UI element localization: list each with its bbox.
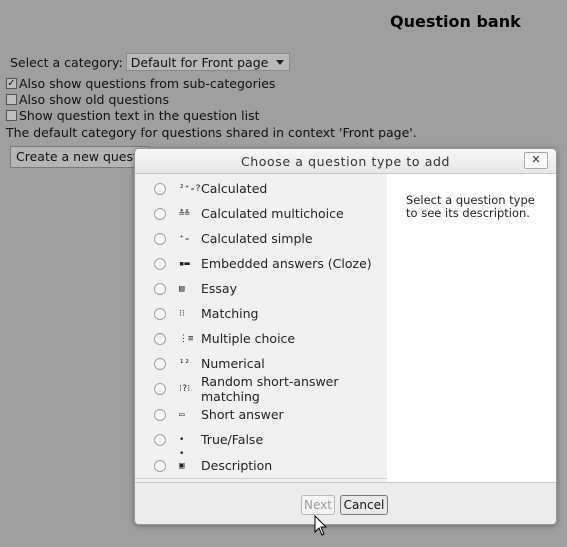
options-divider [135, 478, 387, 479]
checkbox-old-questions-label: Also show old questions [19, 92, 169, 107]
cloze-icon: ▪▬ [179, 258, 190, 269]
option-label: Numerical [201, 356, 265, 371]
radio-multiple-choice[interactable] [154, 332, 166, 345]
cancel-button[interactable]: Cancel [340, 495, 388, 515]
option-cloze[interactable]: ▪▬ Embedded answers (Cloze) [135, 251, 387, 276]
checkbox-old-questions-row[interactable]: Also show old questions [6, 92, 169, 107]
calculated-simple-icon: ⁺₌ [179, 233, 190, 244]
option-label: Calculated simple [201, 231, 313, 246]
question-type-dialog: Choose a question type to add ✕ ²⁺₌? Cal… [134, 148, 557, 525]
option-short-answer[interactable]: ▭ Short answer [135, 402, 387, 427]
category-label: Select a category: [10, 54, 123, 70]
category-select-value: Default for Front page [130, 54, 269, 70]
radio-calculated[interactable] [154, 182, 166, 195]
radio-description[interactable] [154, 459, 166, 472]
option-numerical[interactable]: ¹² Numerical [135, 351, 387, 376]
calculated-multichoice-icon: ≛≚ [179, 208, 190, 219]
checkbox-question-text[interactable] [6, 110, 17, 121]
option-label: True/False [201, 432, 264, 447]
option-label: Description [201, 458, 273, 473]
radio-short-answer[interactable] [154, 408, 166, 421]
option-label: Essay [201, 281, 237, 296]
chevron-down-icon [275, 60, 284, 65]
radio-true-false[interactable] [154, 433, 166, 446]
checkbox-subcategories-label: Also show questions from sub-categories [19, 76, 276, 91]
numerical-icon: ¹² [179, 358, 190, 369]
option-calculated[interactable]: ²⁺₌? Calculated [135, 176, 387, 201]
option-description[interactable]: ▣ Description [135, 453, 387, 478]
close-icon[interactable]: ✕ [524, 152, 548, 169]
question-type-list: ²⁺₌? Calculated ≛≚ Calculated multichoic… [135, 174, 387, 482]
option-label: Random short-answer matching [201, 373, 339, 404]
option-matching[interactable]: ⁝⁝ Matching [135, 301, 387, 326]
mouse-cursor-icon [314, 515, 328, 536]
radio-calculated-multichoice[interactable] [154, 207, 166, 220]
option-label: Short answer [201, 407, 284, 422]
calculated-icon: ²⁺₌? [179, 183, 201, 194]
radio-essay[interactable] [154, 282, 166, 295]
radio-cloze[interactable] [154, 257, 166, 270]
option-label: Calculated multichoice [201, 206, 344, 221]
description-hint: Select a question type to see its descri… [406, 193, 535, 220]
matching-icon: ⁝⁝ [179, 308, 185, 319]
checkbox-subcategories[interactable]: ✓ [6, 78, 17, 89]
option-calculated-multichoice[interactable]: ≛≚ Calculated multichoice [135, 201, 387, 226]
radio-calculated-simple[interactable] [154, 232, 166, 245]
checkbox-question-text-row[interactable]: Show question text in the question list [6, 108, 260, 123]
dialog-footer: Next Cancel [135, 482, 556, 524]
option-essay[interactable]: ▤ Essay [135, 276, 387, 301]
option-true-false[interactable]: • • True/False [135, 427, 387, 459]
checkbox-question-text-label: Show question text in the question list [19, 108, 260, 123]
dialog-title: Choose a question type to add [240, 154, 451, 169]
option-label: Calculated [201, 181, 268, 196]
short-answer-icon: ▭ [179, 409, 185, 420]
checkbox-old-questions[interactable] [6, 94, 17, 105]
radio-matching[interactable] [154, 307, 166, 320]
description-icon: ▣ [179, 460, 185, 471]
option-multiple-choice[interactable]: ⋮≡ Multiple choice [135, 326, 387, 351]
default-category-note: The default category for questions share… [6, 125, 417, 140]
option-calculated-simple[interactable]: ⁺₌ Calculated simple [135, 226, 387, 251]
description-pane: Select a question type to see its descri… [387, 174, 556, 482]
create-question-button[interactable]: Create a new question ... [10, 146, 150, 168]
category-select[interactable]: Default for Front page [125, 53, 290, 71]
option-random-matching[interactable]: ⁝?⁝ Random short-answer matching [135, 373, 387, 404]
radio-numerical[interactable] [154, 357, 166, 370]
true-false-icon: • • [179, 434, 185, 459]
checkbox-subcategories-row[interactable]: ✓ Also show questions from sub-categorie… [6, 76, 275, 91]
option-label: Embedded answers (Cloze) [201, 256, 372, 271]
essay-icon: ▤ [179, 283, 185, 294]
page-title: Question bank [390, 12, 521, 31]
multiple-choice-icon: ⋮≡ [179, 333, 194, 344]
radio-random-matching[interactable] [154, 382, 166, 395]
option-label: Matching [201, 306, 259, 321]
next-button[interactable]: Next [301, 495, 335, 515]
category-row: Select a category: Default for Front pag… [10, 53, 290, 71]
random-matching-icon: ⁝?⁝ [179, 383, 191, 394]
dialog-header: Choose a question type to add ✕ [135, 149, 556, 174]
option-label: Multiple choice [201, 331, 296, 346]
